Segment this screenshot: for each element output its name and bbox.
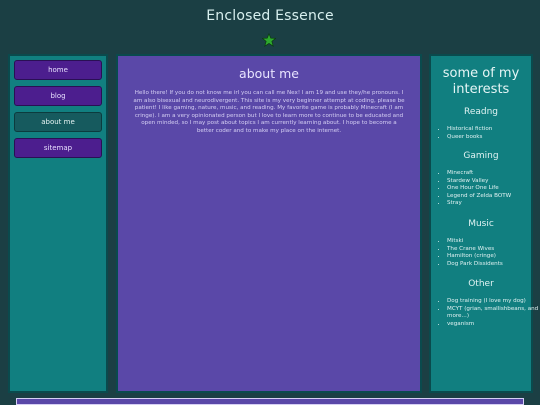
site-title: Enclosed Essence [206, 8, 334, 24]
list-item: Hamilton (cringe) [447, 253, 539, 261]
section-title-other: Other [468, 279, 494, 289]
list-item: Legend of Zelda BOTW [447, 193, 539, 201]
list-item: Dog training (I love my dog) [447, 298, 539, 306]
section-title-gaming: Gaming [463, 151, 499, 161]
list-item: Historical fiction [447, 126, 539, 134]
gaming-list: Minecraft Stardew Valley One Hour One Li… [439, 170, 539, 208]
list-item: Queer books [447, 134, 539, 142]
page-heading: about me [239, 66, 299, 81]
list-item: MCYT (grian, smallishbeans, and more...) [447, 306, 539, 321]
interests-sidebar: some of my interests Readng Historical f… [429, 54, 538, 393]
nav-blog-button[interactable]: blog [14, 86, 102, 106]
list-item: One Hour One Life [447, 185, 539, 193]
nav-home-button[interactable]: home [14, 60, 102, 80]
nav-about-me-button[interactable]: about me [14, 112, 102, 132]
section-title-reading: Readng [463, 107, 499, 117]
footer-bar [16, 398, 524, 405]
interests-heading: some of my interests [442, 66, 520, 97]
list-item: Stardew Valley [447, 178, 539, 186]
list-item: Dog Park Dissidents [447, 261, 539, 269]
list-item: Stray [447, 200, 539, 208]
list-item: Mitski [447, 238, 539, 246]
list-item: veganism [447, 321, 539, 329]
main-content: about me Hello there! If you do not know… [116, 54, 422, 393]
list-item: The Crane Wives [447, 246, 539, 254]
section-title-music: Music [468, 219, 494, 229]
music-list: Mitski The Crane Wives Hamilton (cringe)… [439, 238, 539, 268]
about-text: Hello there! If you do not know me irl y… [133, 90, 405, 134]
reading-list: Historical fiction Queer books [439, 126, 539, 141]
star-icon [262, 33, 276, 47]
left-sidebar: home blog about me sitemap [8, 54, 108, 393]
list-item: Minecraft [447, 170, 539, 178]
other-list: Dog training (I love my dog) MCYT (grian… [439, 298, 539, 328]
nav-sitemap-button[interactable]: sitemap [14, 138, 102, 158]
